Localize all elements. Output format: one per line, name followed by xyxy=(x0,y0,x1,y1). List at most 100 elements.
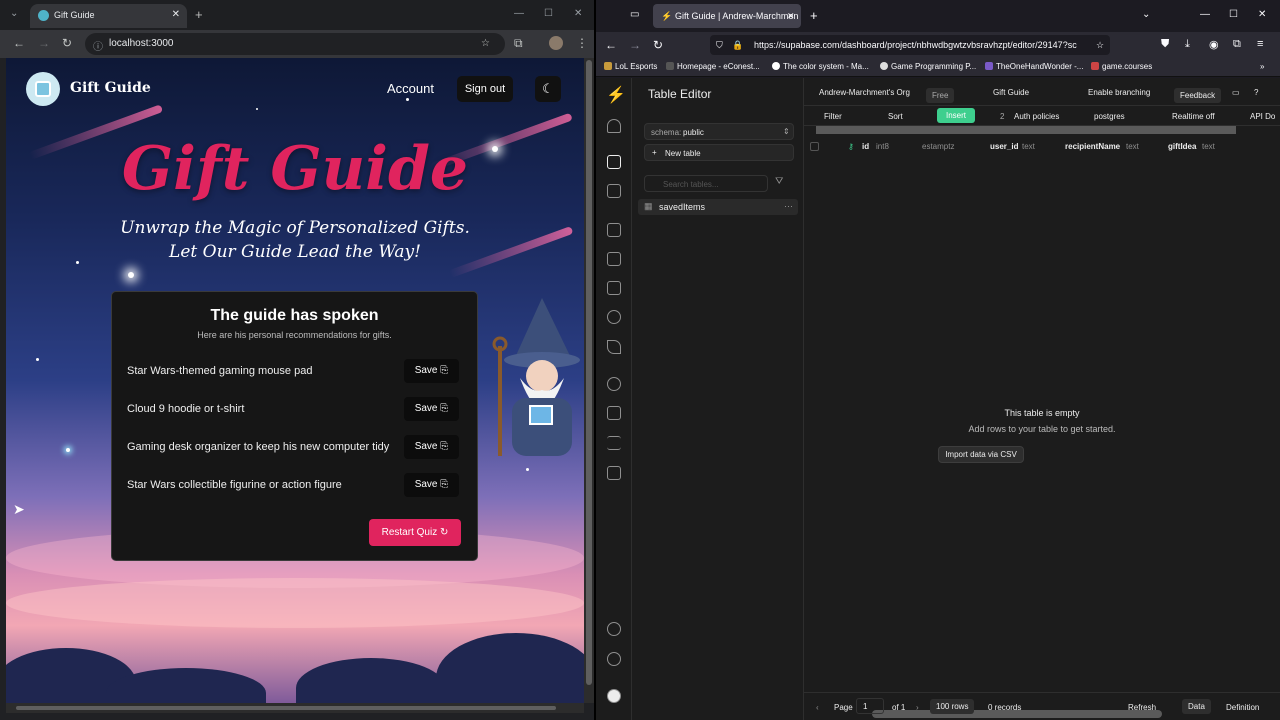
new-table-button[interactable]: + New table xyxy=(644,144,794,161)
inbox-icon[interactable]: ▭ xyxy=(1232,88,1240,97)
org-name[interactable]: Andrew-Marchment's Org xyxy=(819,88,910,97)
extensions-icon[interactable]: ⧉ xyxy=(514,36,523,51)
column-header[interactable]: giftIdea xyxy=(1168,142,1196,151)
extensions-icon[interactable]: ⧉ xyxy=(1233,38,1241,51)
tab-overview-icon[interactable]: ▭ xyxy=(630,9,639,20)
definition-tab[interactable]: Definition xyxy=(1226,703,1259,712)
auth-icon[interactable] xyxy=(607,252,621,266)
home-icon[interactable] xyxy=(607,119,621,133)
tab-gift-guide[interactable]: Gift Guide ✕ xyxy=(30,4,187,28)
column-type[interactable]: estamptz xyxy=(922,142,954,151)
menu-icon[interactable]: ≡ xyxy=(1257,38,1263,50)
account-link[interactable]: Account xyxy=(387,81,434,96)
app-logo[interactable] xyxy=(26,72,60,106)
menu-icon[interactable]: ⋮ xyxy=(576,36,588,50)
address-bar[interactable]: ⛉ 🔒 https://supabase.com/dashboard/proje… xyxy=(710,35,1110,55)
tab-supabase[interactable]: ⚡ Gift Guide | Andrew-Marchmen ✕ xyxy=(653,4,801,28)
bookmark-item[interactable]: Game Programming P... xyxy=(880,62,976,71)
search-tables-input[interactable]: Search tables... xyxy=(644,175,768,192)
pocket-icon[interactable]: ⛊ xyxy=(1161,38,1169,51)
forward-icon[interactable]: → xyxy=(629,38,641,52)
bookmark-item[interactable]: Homepage - eConest... xyxy=(666,62,760,71)
help-icon[interactable]: ? xyxy=(1254,88,1258,97)
database-icon[interactable] xyxy=(607,223,621,237)
prev-page-icon[interactable]: ‹ xyxy=(816,703,819,712)
filter-icon[interactable]: ⛛ xyxy=(775,176,783,187)
role-selector[interactable]: postgres xyxy=(1094,112,1125,121)
edge-functions-icon[interactable] xyxy=(607,310,621,324)
address-bar[interactable]: ⓘ localhost:3000 ☆ xyxy=(85,33,505,55)
save-button[interactable]: Save ⎘ xyxy=(404,473,459,497)
project-name[interactable]: Gift Guide xyxy=(993,88,1029,97)
grid-scrollbar[interactable] xyxy=(816,126,1236,134)
column-header[interactable]: id xyxy=(862,142,869,151)
maximize-button[interactable]: ☐ xyxy=(1229,9,1238,20)
more-bookmarks-icon[interactable]: » xyxy=(1260,62,1264,71)
feedback-button[interactable]: Feedback xyxy=(1174,88,1222,103)
close-tab-icon[interactable]: ✕ xyxy=(787,11,795,22)
rows-per-page-selector[interactable]: 100 rows xyxy=(930,699,975,714)
enable-branching-button[interactable]: Enable branching xyxy=(1088,88,1150,97)
bookmark-item[interactable]: game.courses xyxy=(1091,62,1152,71)
select-all-checkbox[interactable] xyxy=(810,142,819,151)
save-button[interactable]: Save ⎘ xyxy=(404,359,459,383)
reload-icon[interactable]: ↻ xyxy=(653,38,663,52)
table-list-item[interactable]: ▦ savedItems ⋯ xyxy=(638,199,798,215)
realtime-toggle[interactable]: Realtime off xyxy=(1172,112,1215,121)
bookmark-item[interactable]: LoL Esports xyxy=(604,62,657,71)
forward-icon[interactable]: → xyxy=(38,36,50,50)
column-header[interactable]: recipientName xyxy=(1065,142,1120,151)
restart-quiz-button[interactable]: Restart Quiz ↻ xyxy=(369,519,461,546)
close-window-button[interactable]: ✕ xyxy=(1258,9,1266,20)
filter-button[interactable]: Filter xyxy=(824,112,842,121)
api-docs-icon[interactable] xyxy=(607,466,621,480)
auth-policies-button[interactable]: Auth policies xyxy=(1014,112,1059,121)
maximize-button[interactable]: ☐ xyxy=(544,8,553,19)
realtime-icon[interactable] xyxy=(607,340,621,354)
page-scrollbar-horizontal[interactable] xyxy=(6,703,584,713)
more-options-icon[interactable]: ⋯ xyxy=(784,201,793,212)
supabase-logo-icon[interactable]: ⚡ xyxy=(606,85,626,105)
tab-search-icon[interactable]: ⌄ xyxy=(10,8,18,19)
schema-selector[interactable]: schema: public ⇕ xyxy=(644,123,794,140)
logs-icon[interactable] xyxy=(607,436,621,450)
minimize-button[interactable]: — xyxy=(1200,9,1210,20)
save-button[interactable]: Save ⎘ xyxy=(404,397,459,421)
data-tab[interactable]: Data xyxy=(1182,699,1211,714)
dark-mode-toggle[interactable]: ☾ xyxy=(535,76,561,102)
sort-button[interactable]: Sort xyxy=(888,112,903,121)
sql-editor-icon[interactable] xyxy=(607,184,621,198)
bookmark-item[interactable]: The color system - Ma... xyxy=(772,62,869,71)
api-docs-button[interactable]: API Do xyxy=(1250,112,1275,121)
back-icon[interactable]: ← xyxy=(605,38,617,52)
sign-out-button[interactable]: Sign out xyxy=(457,76,513,102)
back-icon[interactable]: ← xyxy=(13,36,25,50)
downloads-icon[interactable]: ⤓ xyxy=(1185,38,1190,51)
close-tab-icon[interactable]: ✕ xyxy=(172,9,180,20)
import-csv-button[interactable]: Import data via CSV xyxy=(938,446,1024,463)
close-window-button[interactable]: ✕ xyxy=(574,8,582,19)
new-tab-button[interactable]: + xyxy=(195,7,203,22)
user-avatar[interactable] xyxy=(607,689,621,703)
minimize-button[interactable]: — xyxy=(514,8,524,19)
search-icon[interactable] xyxy=(607,652,621,666)
insert-button[interactable]: Insert xyxy=(937,108,976,123)
table-editor-icon[interactable] xyxy=(607,155,621,169)
bookmark-star-icon[interactable]: ☆ xyxy=(1096,40,1104,51)
advisors-icon[interactable] xyxy=(607,377,621,391)
new-tab-button[interactable]: + xyxy=(810,8,818,23)
next-page-icon[interactable]: › xyxy=(916,703,919,712)
site-info-icon[interactable]: ⓘ xyxy=(93,38,103,53)
reload-icon[interactable]: ↻ xyxy=(62,36,72,50)
page-scrollbar-vertical[interactable] xyxy=(584,58,594,703)
list-tabs-icon[interactable]: ⌄ xyxy=(1142,9,1150,20)
reports-icon[interactable] xyxy=(607,406,621,420)
bookmark-item[interactable]: TheOneHandWonder -... xyxy=(985,62,1083,71)
save-button[interactable]: Save ⎘ xyxy=(404,435,459,459)
profile-avatar[interactable] xyxy=(549,36,563,50)
account-icon[interactable]: ◉ xyxy=(1209,38,1219,51)
storage-icon[interactable] xyxy=(607,281,621,295)
page-input[interactable]: 1 xyxy=(856,698,884,714)
brand-name[interactable]: Gift Guide xyxy=(70,80,151,96)
settings-icon[interactable] xyxy=(607,622,621,636)
